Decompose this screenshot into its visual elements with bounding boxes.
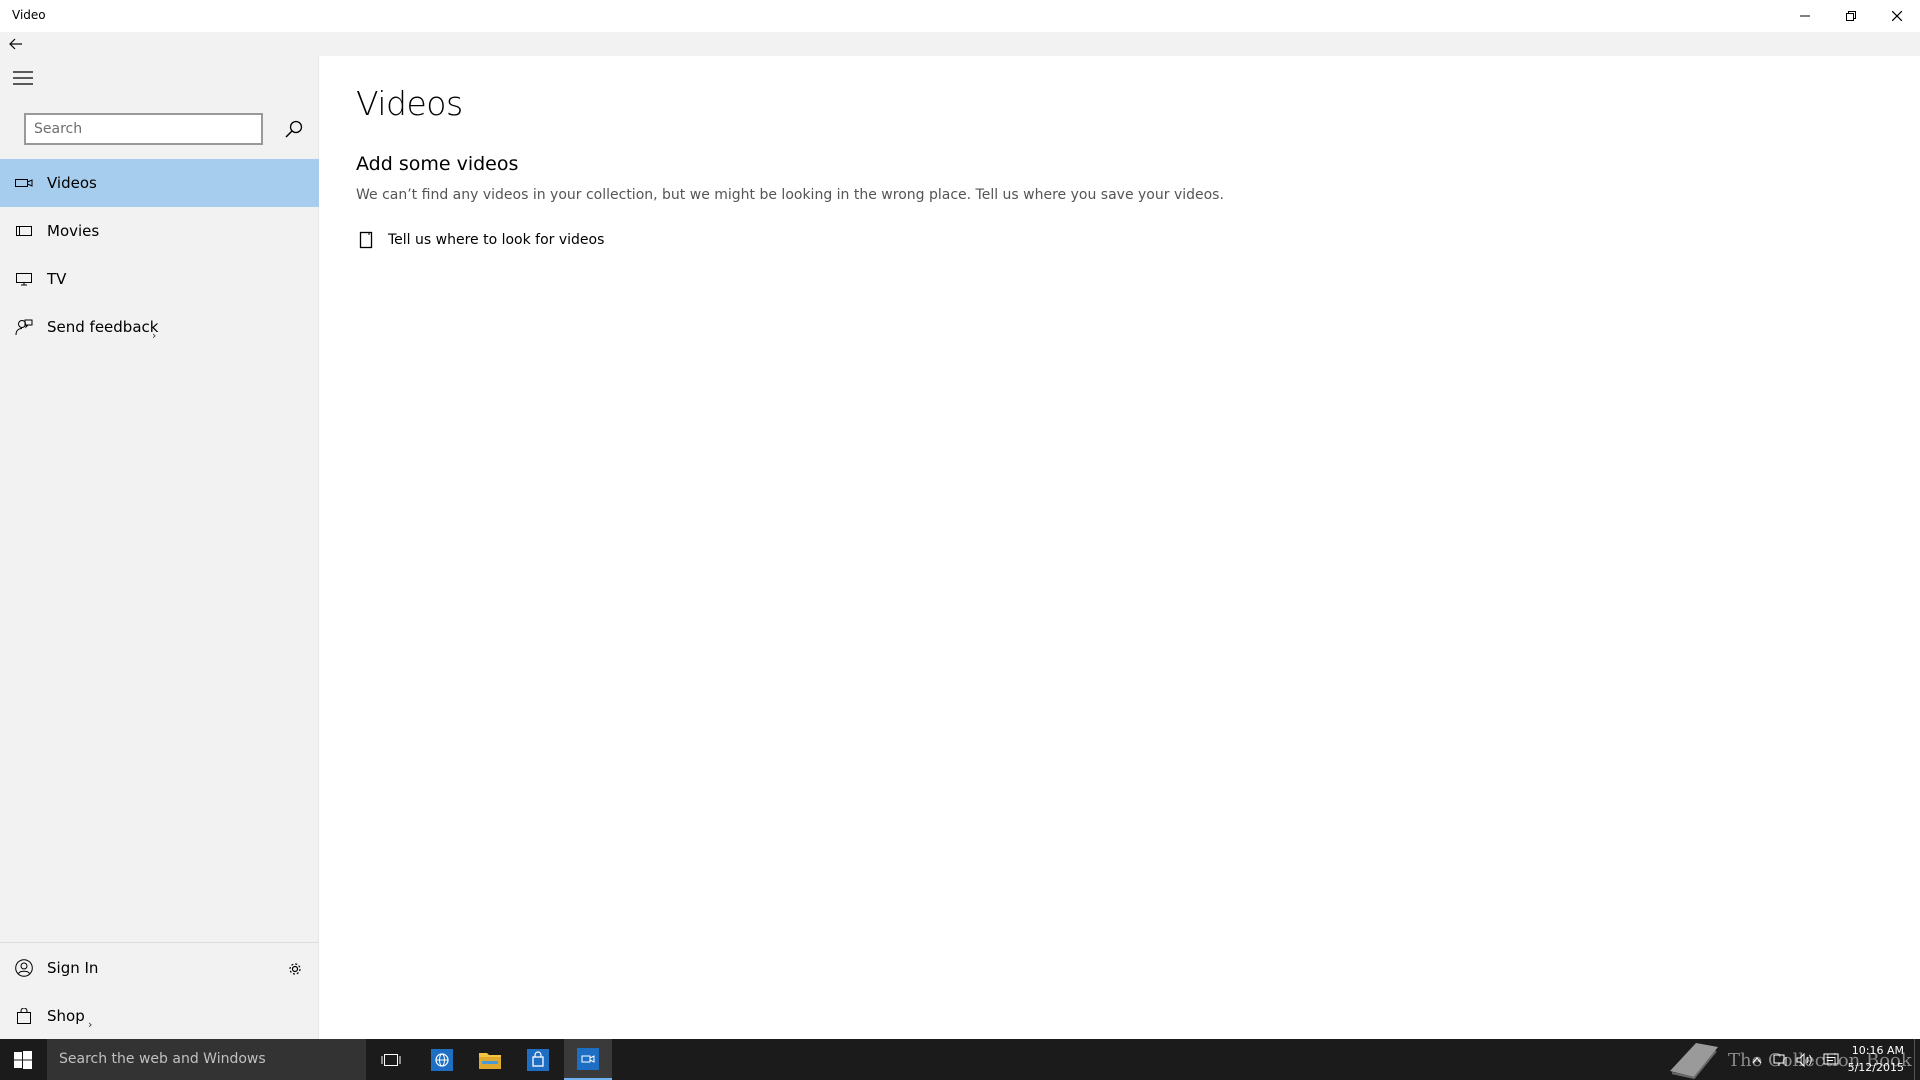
gear-icon [289,963,301,975]
settings-button[interactable] [284,958,306,980]
clock-date: 5/12/2015 [1847,1061,1904,1074]
minimize-button[interactable] [1782,0,1828,32]
nav-item-send-feedback[interactable]: Send feedback › [0,303,319,351]
restore-button[interactable] [1828,0,1874,32]
volume-icon [1796,1053,1812,1067]
nav-label-movies: Movies [47,222,100,240]
browser-icon [431,1048,453,1071]
sign-in-button[interactable]: Sign In [0,944,319,992]
taskbar-store-button[interactable] [514,1039,562,1080]
show-desktop-button[interactable] [1914,1039,1920,1080]
shop-label: Shop [47,1007,85,1025]
restore-icon [1846,11,1856,21]
volume-button[interactable] [1796,1051,1814,1069]
chevron-right-icon: › [152,329,157,342]
search-icon [285,120,303,138]
back-bar [0,32,1920,56]
back-button[interactable] [6,34,26,54]
nav-item-tv[interactable]: TV [0,255,319,303]
video-icon [14,173,34,193]
chevron-up-icon [1752,1057,1762,1064]
start-button[interactable] [0,1039,46,1080]
nav-label-tv: TV [47,270,67,288]
tv-icon [14,269,34,289]
back-arrow-icon [9,38,22,50]
choose-folders-link[interactable]: Tell us where to look for videos [356,228,604,252]
title-bar: Video [0,0,1920,32]
task-view-button[interactable] [367,1039,415,1080]
person-icon [14,958,34,978]
taskbar-search-text: Search the web and Windows [59,1051,266,1067]
search-input[interactable] [26,115,261,143]
nav-item-videos[interactable]: Videos [0,159,319,207]
sign-in-label: Sign In [47,959,99,977]
folder-location-icon [356,230,376,250]
taskbar-search-box[interactable]: Search the web and Windows [47,1039,366,1080]
nav-label-videos: Videos [47,174,97,192]
folder-icon [479,1052,501,1069]
choose-folders-label: Tell us where to look for videos [388,232,605,248]
feedback-icon [14,317,34,337]
divider [0,942,319,943]
windows-logo-icon [14,1050,32,1069]
store-icon [527,1048,549,1071]
nav-item-movies[interactable]: Movies [0,207,319,255]
empty-state-description: We can’t find any videos in your collect… [356,187,1224,203]
shopping-bag-icon [14,1006,34,1026]
show-hidden-icons-button[interactable] [1748,1051,1766,1069]
task-view-icon [381,1053,401,1066]
film-icon [14,221,34,241]
book-icon [1670,1043,1718,1079]
shop-button[interactable]: Shop › [0,992,319,1040]
page-title: Videos [356,84,463,123]
taskbar-video-app-button[interactable] [564,1039,612,1080]
chevron-right-icon: › [88,1018,93,1031]
minimize-icon [1800,15,1810,17]
clock[interactable]: 10:16 AM 5/12/2015 [1846,1042,1904,1076]
section-heading: Add some videos [356,153,519,175]
network-icon [1773,1054,1787,1066]
network-button[interactable] [1772,1051,1790,1069]
search-box [24,113,263,145]
taskbar-file-explorer-button[interactable] [466,1039,514,1080]
close-button[interactable] [1874,0,1920,32]
close-icon [1892,11,1902,21]
taskbar: Search the web and Windows The Collectio… [0,1039,1920,1080]
hamburger-menu-button[interactable] [10,68,36,88]
clock-time: 10:16 AM [1851,1044,1904,1057]
navigation-pane: Videos Movies TV Send feedback › Sign In [0,56,319,1039]
taskbar-browser-button[interactable] [418,1039,466,1080]
nav-label-send-feedback: Send feedback [47,318,159,336]
video-app-icon [577,1047,599,1070]
search-button[interactable] [282,117,306,141]
message-icon [1823,1053,1839,1065]
action-center-button[interactable] [1822,1051,1840,1069]
window-title: Video [12,8,46,22]
hamburger-icon [13,71,33,85]
